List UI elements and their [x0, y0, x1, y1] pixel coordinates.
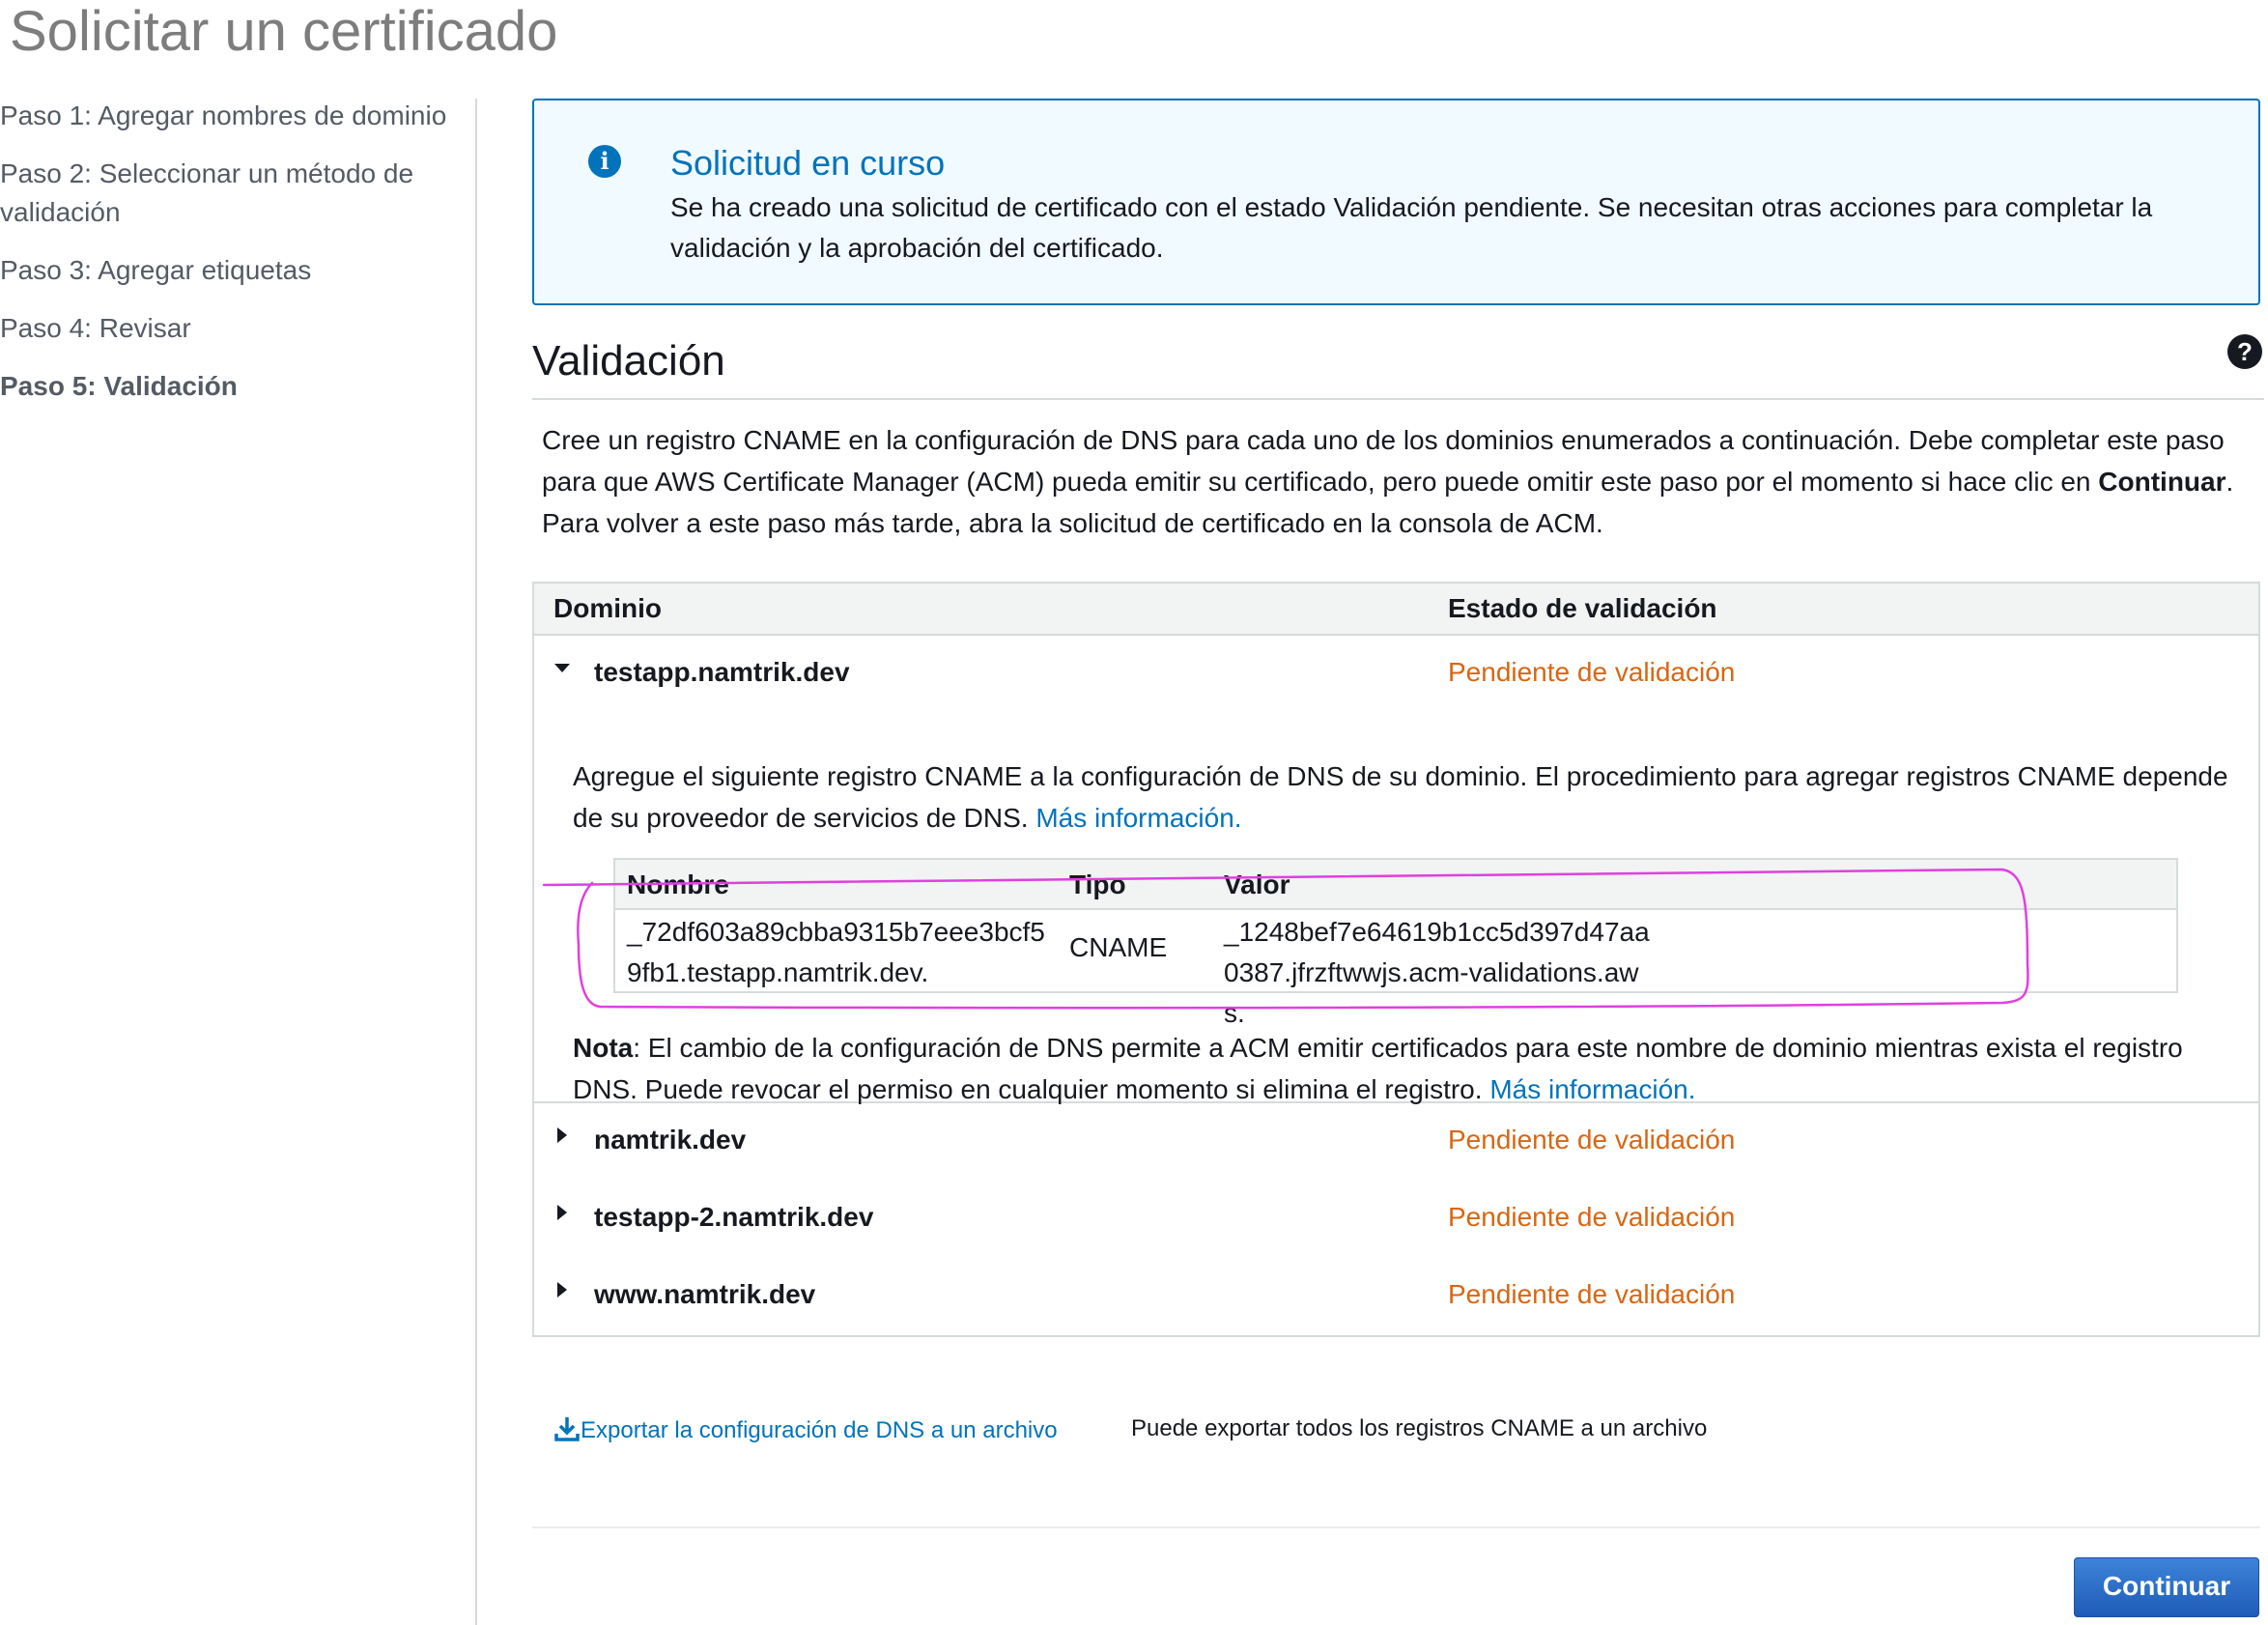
domain-name: www.namtrik.dev — [594, 1279, 816, 1309]
export-dns-link[interactable]: Exportar la configuración de DNS a un ar… — [553, 1415, 1058, 1444]
instructions-text: Agregue el siguiente registro CNAME a la… — [573, 761, 2228, 833]
expanded-domain-row: testapp.namtrik.dev Pendiente de validac… — [534, 636, 2258, 1104]
step-1[interactable]: Paso 1: Agregar nombres de dominio — [0, 97, 464, 135]
cname-table: Nombre Tipo Valor _72df603a89cbba9315b7e… — [613, 858, 2178, 1028]
section-header: Validación ? — [532, 334, 2264, 400]
note-text: : El cambio de la configuración de DNS p… — [573, 1033, 2183, 1104]
info-icon: i — [588, 145, 621, 178]
caret-down-icon[interactable] — [553, 659, 571, 676]
more-info-link[interactable]: Más información. — [1035, 803, 1241, 833]
col-status: Estado de validación — [1448, 593, 1717, 623]
export-link-text[interactable]: Exportar la configuración de DNS a un ar… — [581, 1417, 1058, 1443]
continue-button[interactable]: Continuar — [2074, 1557, 2259, 1617]
cname-table-header: Nombre Tipo Valor — [615, 860, 2176, 910]
cname-type: CNAME — [1069, 932, 1168, 962]
download-icon[interactable] — [553, 1415, 581, 1442]
note-label: Nota — [573, 1033, 634, 1063]
col-domain: Dominio — [553, 593, 662, 623]
domain-row-expanded[interactable]: testapp.namtrik.dev Pendiente de validac… — [534, 636, 2258, 713]
caret-right-icon[interactable] — [553, 1126, 571, 1144]
page-title: Solicitar un certificado — [10, 0, 558, 63]
cname-name: _72df603a89cbba9315b7eee3bcf59fb1.testap… — [627, 917, 1045, 987]
col-type: Tipo — [1069, 870, 1126, 899]
info-flashbar: i Solicitud en curso Se ha creado una so… — [532, 99, 2260, 305]
domain-table-header: Dominio Estado de validación — [534, 584, 2258, 636]
export-hint: Puede exportar todos los registros CNAME… — [1131, 1415, 1708, 1441]
flash-text: Se ha creado una solicitud de certificad… — [670, 192, 2153, 263]
domain-status: Pendiente de validación — [1448, 1279, 1736, 1309]
intro-text-1: Cree un registro CNAME en la configuraci… — [542, 425, 2225, 497]
main-content: i Solicitud en curso Se ha creado una so… — [532, 99, 2264, 1617]
step-4[interactable]: Paso 4: Revisar — [0, 309, 464, 348]
intro-bold: Continuar — [2098, 467, 2226, 497]
footer-divider — [532, 1526, 2260, 1528]
dns-note: Nota: El cambio de la configuración de D… — [573, 1027, 2234, 1110]
step-5-active: Paso 5: Validación — [0, 371, 238, 401]
domain-row[interactable]: testapp-2.namtrik.dev Pendiente de valid… — [534, 1181, 2258, 1258]
caret-right-icon[interactable] — [553, 1204, 571, 1221]
domain-name: testapp-2.namtrik.dev — [594, 1202, 874, 1232]
wizard-steps: Paso 1: Agregar nombres de dominio Paso … — [0, 97, 464, 425]
caret-right-icon[interactable] — [553, 1281, 571, 1298]
sidebar-divider — [475, 99, 477, 1625]
step-2[interactable]: Paso 2: Seleccionar un método de validac… — [0, 155, 464, 232]
help-icon[interactable]: ? — [2227, 334, 2262, 369]
flash-title: Solicitud en curso — [670, 143, 946, 183]
section-intro: Cree un registro CNAME en la configuraci… — [542, 419, 2261, 544]
domain-table: Dominio Estado de validación testapp.nam… — [532, 582, 2260, 1337]
domain-row[interactable]: namtrik.dev Pendiente de validación — [534, 1103, 2258, 1181]
section-title: Validación — [532, 337, 725, 385]
col-name: Nombre — [627, 870, 729, 899]
domain-name: namtrik.dev — [594, 1125, 747, 1155]
domain-status: Pendiente de validación — [1448, 1202, 1736, 1232]
note-more-info-link[interactable]: Más información. — [1489, 1074, 1695, 1104]
domain-name: testapp.namtrik.dev — [594, 657, 850, 687]
col-value: Valor — [1224, 870, 1290, 899]
domain-status: Pendiente de validación — [1448, 1125, 1736, 1155]
domain-row[interactable]: www.namtrik.dev Pendiente de validación — [534, 1258, 2258, 1335]
domain-status: Pendiente de validación — [1448, 657, 1736, 687]
cname-value: _1248bef7e64619b1cc5d397d47aa0387.jfrzft… — [1224, 917, 1650, 1028]
step-3[interactable]: Paso 3: Agregar etiquetas — [0, 251, 464, 290]
cname-instructions: Agregue el siguiente registro CNAME a la… — [573, 755, 2234, 839]
